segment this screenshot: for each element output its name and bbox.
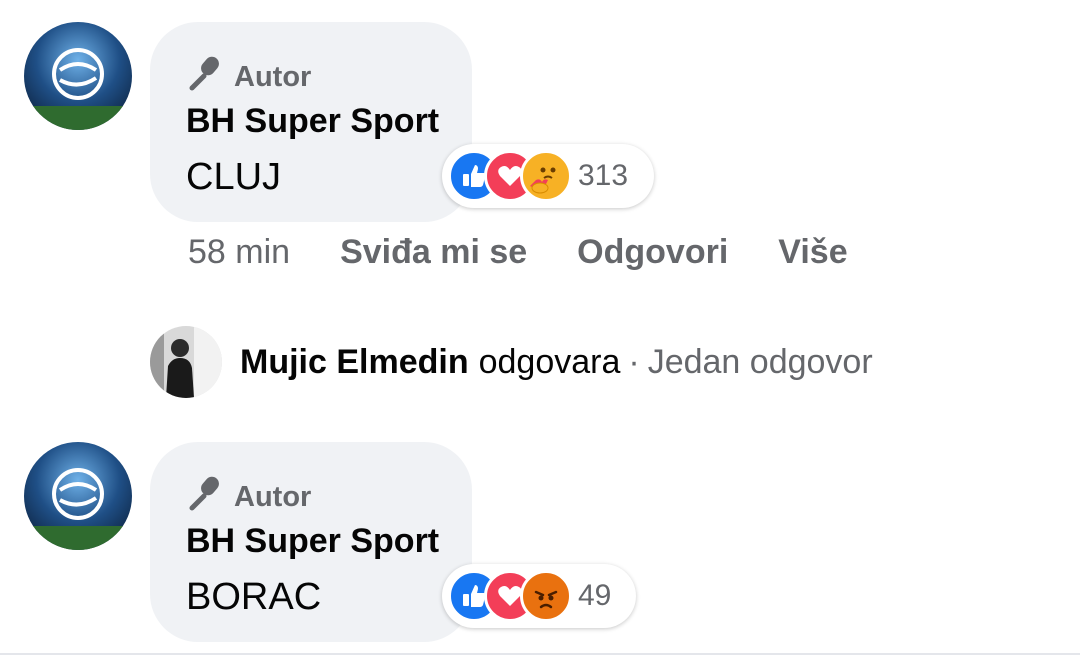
comment-bubble: Autor BH Super Sport BORAC: [150, 442, 472, 642]
comment-bubble: Autor BH Super Sport CLUJ: [150, 22, 472, 222]
like-button[interactable]: Sviđa mi se: [340, 233, 527, 272]
replier-name: Mujic Elmedin: [240, 342, 469, 381]
reply-verb: odgovara: [478, 342, 621, 381]
angry-reaction-icon: [520, 570, 572, 622]
replier-avatar: [150, 326, 222, 398]
separator-dot: ·: [628, 342, 640, 381]
author-badge-label: Autor: [234, 480, 312, 513]
author-badge: Autor: [186, 474, 311, 520]
reply-count: Jedan odgovor: [647, 342, 873, 381]
reaction-count: 49: [578, 579, 612, 612]
comment-timestamp[interactable]: 58 min: [188, 233, 290, 272]
author-badge: Autor: [186, 54, 311, 100]
more-button[interactable]: Više: [778, 233, 847, 272]
author-badge-label: Autor: [234, 60, 312, 93]
care-reaction-icon: [520, 150, 572, 202]
comment-text: BORAC: [186, 576, 322, 618]
comment-actions: 58 min Sviđa mi se Odgovori Više: [188, 233, 898, 272]
reply-button[interactable]: Odgovori: [577, 233, 728, 272]
comment-text: CLUJ: [186, 156, 282, 198]
comment-author[interactable]: BH Super Sport: [186, 102, 439, 141]
page-avatar[interactable]: [24, 442, 132, 550]
page-avatar[interactable]: [24, 22, 132, 130]
microphone-icon: [186, 54, 224, 100]
reaction-summary[interactable]: 49: [442, 564, 636, 628]
microphone-icon: [186, 474, 224, 520]
reaction-summary[interactable]: 313: [442, 144, 654, 208]
view-replies-link[interactable]: Mujic Elmedin odgovara · Jedan odgovor: [150, 326, 873, 398]
comment-author[interactable]: BH Super Sport: [186, 522, 439, 561]
reaction-count: 313: [578, 159, 629, 192]
